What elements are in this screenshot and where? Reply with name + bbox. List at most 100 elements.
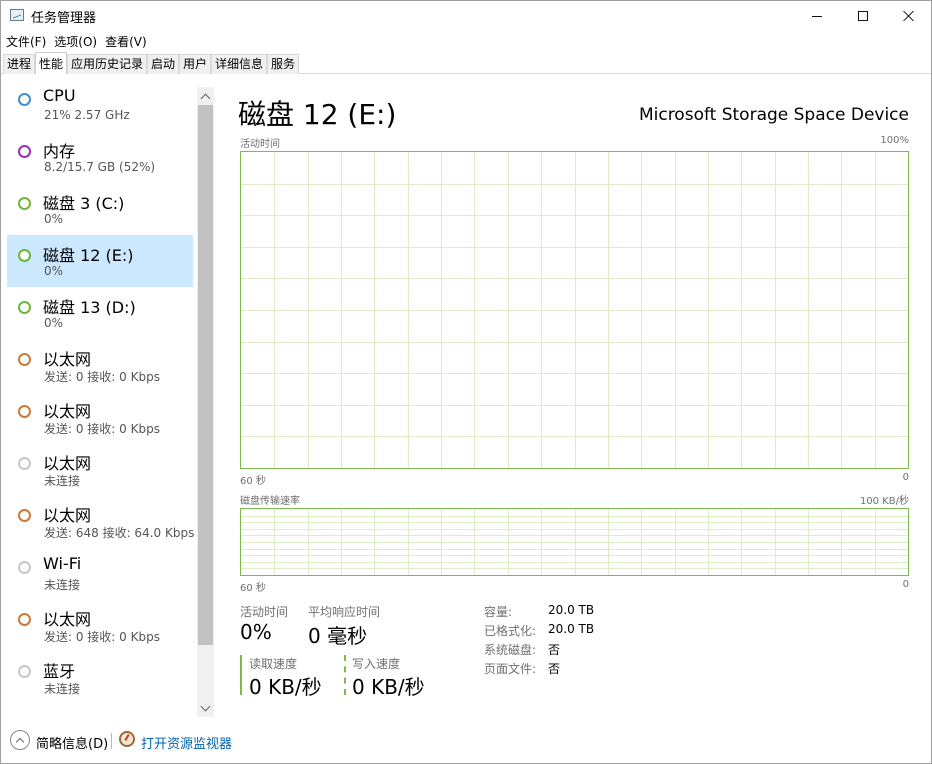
summary-toggle-button[interactable] [10, 730, 30, 750]
write-speed-block: 写入速度 0 KB/秒 [344, 655, 444, 699]
sidebar-item-title: 以太网 [43, 506, 92, 525]
sidebar-item-subtitle: 发送: 0 接收: 0 Kbps [44, 370, 160, 384]
task-manager-window: 任务管理器 文件(F) 选项(O) 查看(V) 进程 性能 应用历史记录 启动 … [0, 0, 932, 764]
tab-users[interactable]: 用户 [179, 54, 211, 74]
write-speed-label: 写入速度 [352, 657, 401, 671]
summary-label[interactable]: 简略信息(D) [36, 733, 108, 752]
sidebar-item-subtitle: 发送: 648 接收: 64.0 Kbps [44, 526, 195, 540]
footer-divider [111, 733, 112, 749]
sidebar-item[interactable]: 以太网 发送: 0 接收: 0 Kbps [7, 599, 193, 651]
sidebar-item-title: 蓝牙 [43, 662, 76, 681]
tab-processes[interactable]: 进程 [3, 54, 35, 74]
active-time-value: 0% [240, 620, 272, 644]
sidebar-scrollbar[interactable] [197, 87, 214, 717]
sidebar-item[interactable]: 以太网 发送: 0 接收: 0 Kbps [7, 339, 193, 391]
read-speed-block: 读取速度 0 KB/秒 [240, 655, 340, 699]
resource-monitor-icon [119, 731, 135, 747]
tab-startup[interactable]: 启动 [147, 54, 179, 74]
transfer-rate-chart [240, 508, 909, 576]
formatted-label: 已格式化: [484, 624, 537, 638]
sidebar-item-subtitle: 0% [44, 212, 64, 226]
status-ring-icon [18, 561, 31, 574]
status-ring-icon [18, 509, 31, 522]
status-ring-icon [18, 249, 31, 262]
sidebar-item-title: CPU [43, 86, 76, 105]
write-speed-value: 0 KB/秒 [352, 675, 425, 699]
menu-file[interactable]: 文件(F) [6, 33, 46, 50]
transfer-chart-label: 磁盘传输速率 [240, 496, 300, 507]
status-ring-icon [18, 301, 31, 314]
sidebar-item[interactable]: 蓝牙 未连接 [7, 651, 193, 703]
sidebar-item-subtitle: 0% [44, 264, 64, 278]
scroll-thumb[interactable] [198, 105, 213, 645]
sidebar-item[interactable]: 磁盘 3 (C:) 0% [7, 183, 193, 235]
open-resource-monitor-link[interactable]: 打开资源监视器 [141, 733, 232, 752]
avg-response-value: 0 毫秒 [308, 624, 368, 648]
sidebar-item-title: Wi-Fi [43, 554, 82, 573]
sidebar-item[interactable]: Wi-Fi 未连接 [7, 547, 193, 599]
tab-bar: 进程 性能 应用历史记录 启动 用户 详细信息 服务 [1, 52, 931, 74]
status-ring-icon [18, 145, 31, 158]
sidebar-item-title: 磁盘 13 (D:) [43, 298, 136, 317]
close-button[interactable] [886, 1, 932, 31]
read-speed-value: 0 KB/秒 [249, 675, 322, 699]
sidebar-item[interactable]: 以太网 未连接 [7, 443, 193, 495]
device-name: Microsoft Storage Space Device [638, 105, 909, 125]
sidebar-item[interactable]: 磁盘 12 (E:) 0% [7, 235, 193, 287]
title-bar[interactable]: 任务管理器 [1, 1, 931, 31]
sidebar-item-title: 以太网 [43, 454, 92, 473]
sidebar-item-subtitle: 未连接 [44, 474, 81, 488]
write-speed-bar [344, 655, 346, 695]
active-time-label: 活动时间 [240, 605, 289, 619]
sidebar-item[interactable]: CPU 21% 2.57 GHz [7, 79, 193, 131]
transfer-chart-max: 100 KB/秒 [859, 496, 909, 507]
sidebar-item[interactable]: 磁盘 13 (D:) 0% [7, 287, 193, 339]
read-speed-bar [240, 655, 242, 695]
sidebar-item[interactable]: 以太网 发送: 648 接收: 64.0 Kbps [7, 495, 195, 547]
transfer-chart-time: 60 秒 [240, 583, 266, 594]
sidebar-item-subtitle: 0% [44, 316, 64, 330]
page-file-label: 页面文件: [484, 662, 537, 676]
sidebar-item-title: 以太网 [43, 350, 92, 369]
status-ring-icon [18, 197, 31, 210]
tab-app-history[interactable]: 应用历史记录 [67, 54, 147, 74]
system-disk-value: 否 [548, 643, 561, 657]
avg-response-label: 平均响应时间 [308, 605, 381, 619]
tab-performance[interactable]: 性能 [35, 52, 67, 74]
capacity-label: 容量: [484, 605, 513, 619]
tab-services[interactable]: 服务 [267, 54, 299, 74]
resource-sidebar: CPU 21% 2.57 GHz 内存 8.2/15.7 GB (52%) 磁盘 3 (… [1, 75, 197, 717]
sidebar-item-subtitle: 21% 2.57 GHz [44, 108, 130, 122]
chart-grid [241, 509, 908, 575]
capacity-value: 20.0 TB [548, 603, 595, 617]
chevron-up-icon [200, 93, 211, 103]
activity-chart-max: 100% [880, 135, 909, 146]
tab-details[interactable]: 详细信息 [211, 54, 267, 74]
activity-time-chart [240, 151, 909, 469]
sidebar-item[interactable]: 内存 8.2/15.7 GB (52%) [7, 131, 193, 183]
sidebar-item-title: 磁盘 3 (C:) [43, 194, 125, 213]
minimize-button[interactable] [794, 1, 840, 31]
chevron-up-icon [15, 737, 25, 747]
sidebar-item-title: 以太网 [43, 610, 92, 629]
status-ring-icon [18, 457, 31, 470]
maximize-button[interactable] [840, 1, 886, 31]
page-title: 磁盘 12 (E:) [238, 98, 397, 131]
menu-view[interactable]: 查看(V) [105, 33, 147, 50]
task-manager-app-icon [10, 9, 24, 21]
sidebar-item-title: 磁盘 12 (E:) [43, 246, 134, 265]
menu-options[interactable]: 选项(O) [54, 33, 97, 50]
sidebar-item-subtitle: 发送: 0 接收: 0 Kbps [44, 422, 160, 436]
sidebar-item[interactable]: 以太网 发送: 0 接收: 0 Kbps [7, 391, 193, 443]
menu-bar: 文件(F) 选项(O) 查看(V) [1, 31, 931, 51]
sidebar-item-subtitle: 未连接 [44, 682, 81, 696]
page-file-value: 否 [548, 662, 561, 676]
scroll-down-button[interactable] [197, 699, 214, 717]
activity-chart-min: 0 [902, 472, 909, 483]
scroll-up-button[interactable] [197, 87, 214, 105]
sidebar-item-subtitle: 未连接 [44, 578, 81, 592]
sidebar-item-title: 以太网 [43, 402, 92, 421]
activity-chart-label: 活动时间 [240, 139, 280, 150]
read-speed-label: 读取速度 [249, 657, 298, 671]
status-ring-icon [18, 613, 31, 626]
